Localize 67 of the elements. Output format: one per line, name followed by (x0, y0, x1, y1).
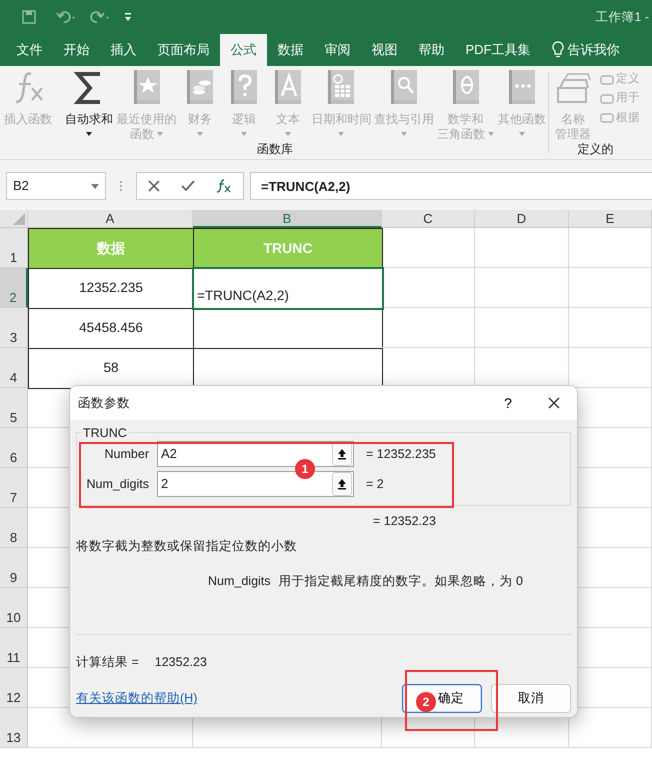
ribbon-tab[interactable]: 帮助 (408, 34, 455, 66)
ribbon-tab[interactable]: 公式 (220, 34, 267, 66)
ribbon-tab[interactable]: 视图 (361, 34, 408, 66)
ribbon-button[interactable]: 自动求和 (65, 66, 114, 136)
argument-label: Number (104, 446, 150, 463)
grip-icon (118, 178, 124, 194)
row-header[interactable]: 4 (0, 348, 28, 388)
undo-icon[interactable] (56, 10, 78, 24)
upload-icon (337, 478, 347, 490)
cell[interactable]: =TRUNC(A2,2) (193, 268, 383, 309)
formula-field[interactable]: =TRUNC(A2,2) (250, 172, 652, 200)
column-header[interactable]: A (28, 210, 193, 228)
row-header[interactable]: 2 (0, 268, 28, 308)
ribbon-tab[interactable]: 页面布局 (147, 34, 220, 66)
group-label: 定义的 (576, 141, 614, 158)
row-header[interactable]: 6 (0, 428, 28, 468)
window-title: 工作簿1 - (595, 8, 649, 26)
cancel-icon[interactable] (148, 180, 160, 192)
result-label: 计算结果 = (76, 654, 139, 672)
row-header[interactable]: 12 (0, 668, 28, 708)
select-all-button[interactable] (0, 210, 28, 228)
row-header[interactable]: 11 (0, 628, 28, 668)
argument-label: Num_digits (85, 476, 150, 493)
column-header[interactable]: D (475, 210, 569, 228)
lightbulb-icon (552, 41, 564, 59)
customize-icon[interactable] (124, 12, 132, 22)
column-header[interactable]: E (569, 210, 652, 228)
ribbon-tab[interactable]: 数据 (267, 34, 314, 66)
select-all-icon (13, 213, 25, 225)
ribbon-tab[interactable]: 开始 (53, 34, 100, 66)
enter-icon[interactable] (180, 180, 195, 192)
result-value: 12352.23 (154, 654, 207, 672)
collapse-button[interactable] (332, 442, 352, 466)
ribbon-tab[interactable]: 文件 (6, 34, 53, 66)
column-header[interactable]: B (193, 210, 382, 228)
ribbon-tab[interactable]: 插入 (100, 34, 147, 66)
insert-function-icon[interactable] (216, 179, 232, 193)
dialog-title: 函数参数 (78, 394, 130, 412)
dialog-button[interactable]: 取消 (491, 684, 571, 713)
formula-result: = 12352.23 (372, 513, 437, 530)
function-description: 将数字截为整数或保留指定位数的小数 (76, 538, 298, 555)
close-icon (548, 397, 560, 409)
redo-icon[interactable] (88, 10, 110, 24)
upload-icon (337, 448, 347, 460)
ribbon-tab[interactable]: 审阅 (314, 34, 361, 66)
argument-name: Num_digits (208, 572, 271, 590)
row-header[interactable]: 9 (0, 548, 28, 588)
row-header[interactable]: 1 (0, 228, 28, 268)
save-icon[interactable] (22, 10, 36, 24)
argument-result: = 12352.235 (365, 446, 436, 463)
help-button[interactable]: ? (485, 386, 531, 420)
tell-me-button[interactable]: 告诉我你 (541, 34, 620, 66)
group-label: 函数库 (256, 141, 294, 158)
row-header[interactable]: 7 (0, 468, 28, 508)
row-header[interactable]: 3 (0, 308, 28, 348)
dropdown-icon[interactable] (91, 184, 99, 188)
row-header[interactable]: 5 (0, 388, 28, 428)
ribbon-tab[interactable]: PDF工具集 (455, 34, 541, 66)
help-link[interactable]: 有关该函数的帮助(H) (76, 689, 198, 708)
argument-result: = 2 (365, 476, 384, 493)
row-header[interactable]: 8 (0, 508, 28, 548)
name-box[interactable]: B2 (6, 172, 106, 200)
argument-help: 用于指定截尾精度的数字。如果忽略，为 0 (278, 572, 523, 590)
row-header[interactable]: 10 (0, 588, 28, 628)
column-header[interactable]: C (382, 210, 475, 228)
collapse-button[interactable] (332, 472, 352, 496)
row-header[interactable]: 13 (0, 708, 28, 748)
